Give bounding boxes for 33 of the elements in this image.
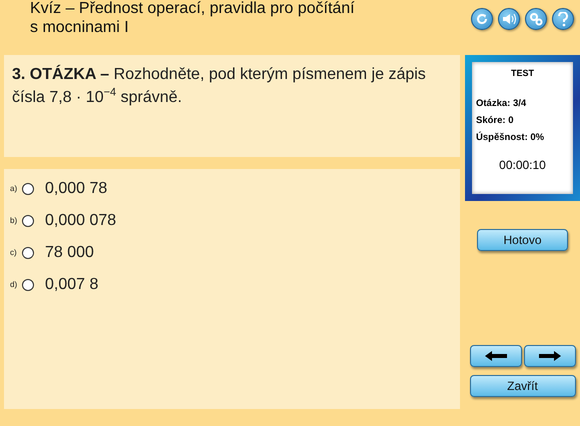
answer-letter: b) (10, 216, 18, 225)
quiz-title: Kvíz – Přednost operací, pravidla pro počítání s mocninami I (29, 0, 355, 37)
right-arrow-icon (538, 351, 560, 361)
answer-text: 0,000 078 (45, 212, 116, 230)
speaker-icon (502, 13, 516, 25)
radio-button[interactable] (22, 278, 34, 290)
reload-button[interactable] (471, 8, 493, 30)
test-title: TEST (510, 68, 535, 78)
answer-text: 0,007 8 (45, 276, 98, 294)
test-stat: Otázka: 3/4 (476, 97, 528, 111)
answer-text: 0,000 78 (45, 180, 108, 198)
test-stat: Úspěšnost: 0% (476, 130, 546, 145)
help-icon (557, 12, 569, 26)
previous-button[interactable] (470, 345, 522, 367)
answer-letter: c) (10, 248, 18, 257)
gears-icon (529, 12, 543, 26)
close-button[interactable]: Zavřít (470, 375, 576, 397)
left-arrow-icon (484, 351, 506, 361)
help-button[interactable] (552, 8, 574, 30)
radio-button[interactable] (22, 182, 34, 194)
settings-button[interactable] (525, 8, 547, 30)
radio-button[interactable] (22, 214, 34, 226)
test-stat: Skóre: 0 (476, 114, 514, 128)
answer-letter: d) (10, 280, 18, 289)
radio-button[interactable] (22, 246, 34, 258)
answer-letter: a) (10, 184, 18, 193)
sound-button[interactable] (498, 8, 520, 30)
done-button[interactable]: Hotovo (477, 229, 568, 251)
reload-icon (475, 12, 489, 26)
answer-text: 78 000 (45, 244, 94, 262)
question-text: 3. OTÁZKA – Rozhodněte, pod kterým písmenem je zápis čísla 7,8 · 10$^{−4}$ správně. (12, 64, 427, 108)
next-button[interactable] (524, 345, 576, 367)
timer: 00:00:10 (498, 158, 547, 172)
